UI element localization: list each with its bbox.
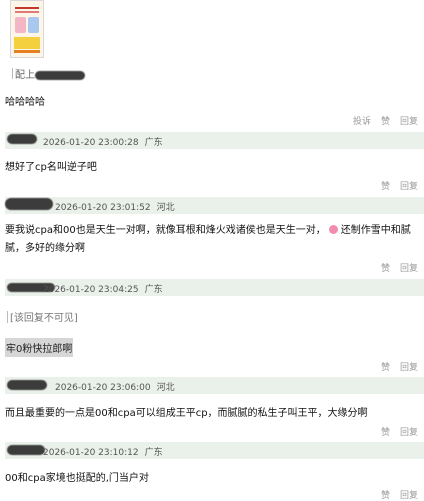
reply-button[interactable]: 回复: [400, 264, 418, 274]
comment-timestamp: 2026-01-20 23:10:12 广东: [43, 448, 163, 458]
thumbnail-footer: [14, 50, 40, 53]
reply-button[interactable]: 回复: [400, 428, 418, 438]
hidden-reply-notice: [该回复不可见]: [7, 309, 78, 324]
thumbnail-figure-left: [15, 17, 26, 33]
redacted-avatar: [7, 380, 47, 390]
comment-meta-bar: 2026-01-20 23:04:25 广东: [5, 279, 424, 296]
reply-button[interactable]: 回复: [400, 182, 418, 192]
caption-text: 配上: [15, 70, 35, 81]
like-button[interactable]: 赞: [381, 363, 390, 373]
comment-meta-bar: 2026-01-20 23:01:52 河北: [5, 197, 424, 214]
emoji-icon: [328, 225, 338, 234]
quote-bar: [7, 311, 8, 323]
comment-timestamp: 2026-01-20 23:01:52 河北: [55, 203, 175, 213]
comment-meta-bar: 2026-01-20 23:06:00 河北: [5, 377, 424, 394]
redacted-username: [35, 70, 85, 80]
redacted-avatar: [7, 134, 37, 144]
comment-actions: 赞回复: [371, 261, 418, 274]
comment-actions: 赞回复: [371, 425, 418, 438]
redacted-avatar: [7, 445, 45, 455]
like-button[interactable]: 赞: [381, 182, 390, 192]
comment-timestamp: 2026-01-20 23:06:00 河北: [55, 383, 175, 393]
like-button[interactable]: 赞: [381, 264, 390, 274]
like-button[interactable]: 赞: [381, 117, 390, 127]
image-caption: 配上: [12, 66, 85, 81]
like-button[interactable]: 赞: [381, 428, 390, 438]
comment-actions: 赞回复: [371, 179, 418, 192]
comment-meta-bar: 2026-01-20 23:10:12 广东: [5, 442, 424, 459]
comment-text: 想好了cp名叫逆子吧: [5, 162, 97, 173]
thumbnail-banner: [14, 37, 40, 49]
thumbnail-title-line: [15, 7, 39, 9]
comment-timestamp: 2026-01-20 23:04:25 广东: [43, 285, 163, 295]
reply-text: 哈哈哈哈: [5, 97, 45, 108]
comment-timestamp: 2026-01-20 23:00:28 广东: [43, 138, 163, 148]
comment-meta-bar: 2026-01-20 23:00:28 广东: [5, 132, 424, 149]
comment-text: 00和cpa家境也挺配的,门当户对: [5, 473, 149, 484]
comment-text-part: 要我说cpa和00也是天生一对啊，就像耳根和烽火戏诸侯也是天生一对，: [5, 225, 326, 236]
comment-text: 要我说cpa和00也是天生一对啊，就像耳根和烽火戏诸侯也是天生一对， 还制作雪中和…: [5, 222, 420, 258]
redacted-avatar: [5, 198, 53, 210]
comment-actions: 赞回复: [371, 360, 418, 373]
reply-button[interactable]: 回复: [400, 363, 418, 373]
reply-button[interactable]: 回复: [400, 117, 418, 127]
reply-actions: 投诉赞回复: [343, 114, 418, 127]
post-image-thumbnail[interactable]: [10, 0, 44, 58]
comment-actions: 赞回复: [371, 488, 418, 501]
thumbnail-subtitle-line: [15, 11, 39, 13]
quote-bar: [12, 68, 13, 79]
comment-text: 而且最重要的一点是00和cpa可以组成王平cp，而腻腻的私生子叫王平，大缘分啊: [5, 408, 368, 419]
quoted-text: 牢0粉快拉郎啊: [5, 338, 74, 357]
thumbnail-figure-right: [28, 17, 39, 33]
report-button[interactable]: 投诉: [353, 117, 371, 127]
